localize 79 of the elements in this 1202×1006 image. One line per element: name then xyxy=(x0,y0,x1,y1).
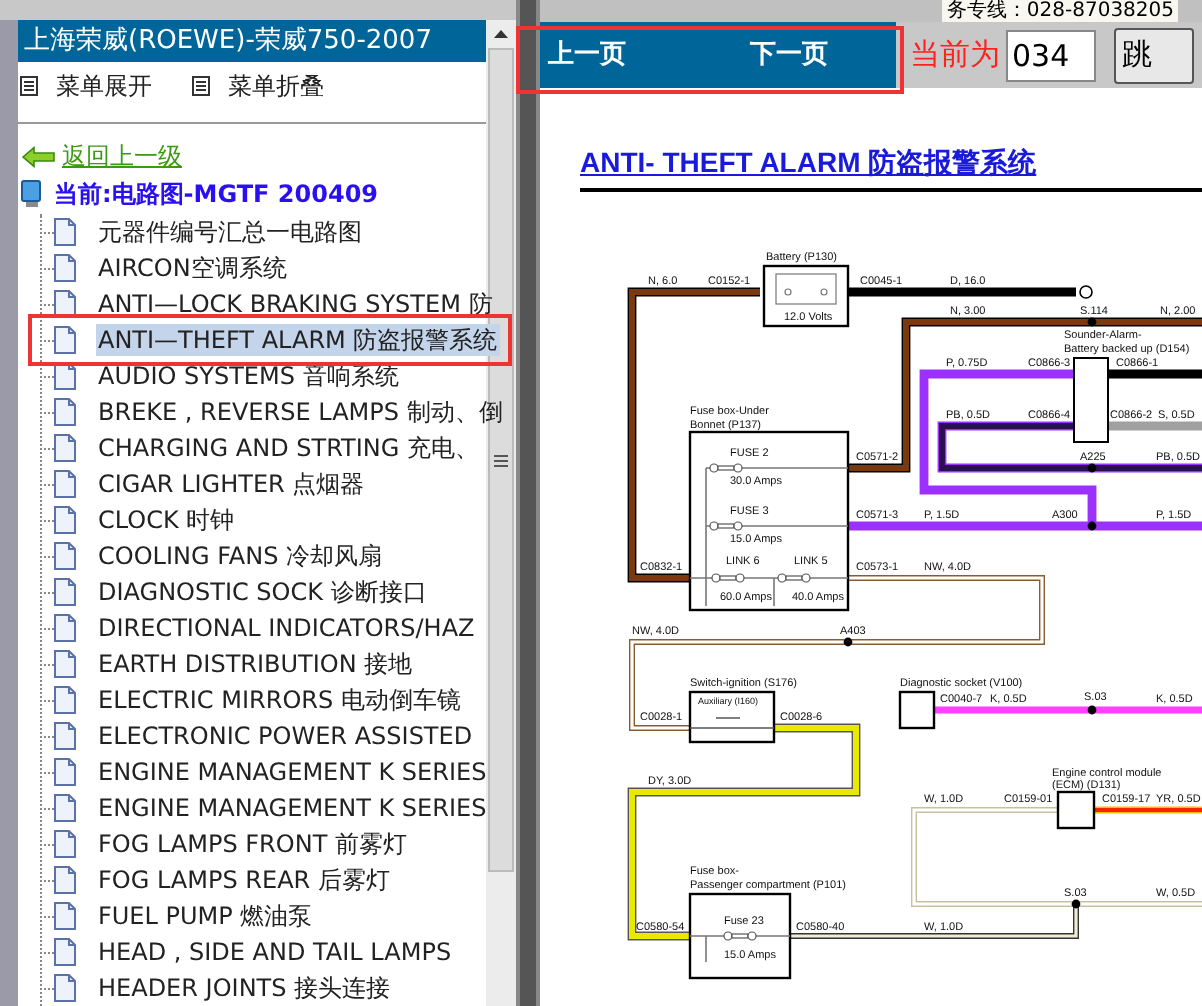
component-box xyxy=(1056,790,1096,830)
document-icon xyxy=(54,758,76,786)
document-icon xyxy=(54,254,76,282)
fuse-circuit-drawing xyxy=(689,935,791,963)
grip-icon xyxy=(494,453,508,467)
document-icon xyxy=(54,434,76,462)
component-box xyxy=(1073,357,1109,443)
document-icon xyxy=(54,938,76,966)
document-icon xyxy=(54,686,76,714)
document-icon xyxy=(54,470,76,498)
tree-item[interactable]: ENGINE MANAGEMENT K SERIES xyxy=(96,792,489,824)
document-icon xyxy=(54,218,76,246)
tree-item[interactable]: AIRCON空调系统 xyxy=(96,252,289,284)
junction-dot xyxy=(1087,705,1097,715)
document-icon xyxy=(54,650,76,678)
component-box xyxy=(688,690,776,744)
sidebar-title: 上海荣威(ROEWE)-荣威750-2007 xyxy=(18,20,486,62)
hotline-text: 务专线：028-87038205 xyxy=(942,0,1178,22)
tree-item[interactable]: FOG LAMPS REAR 后雾灯 xyxy=(96,864,392,896)
current-page-label: 当前为 xyxy=(910,34,1000,77)
document-icon xyxy=(54,326,76,354)
tree-item[interactable]: CIGAR LIGHTER 点烟器 xyxy=(96,468,367,500)
battery-symbol xyxy=(775,273,837,305)
computer-icon xyxy=(20,180,44,208)
tree-item[interactable]: ANTI—LOCK BRAKING SYSTEM 防 xyxy=(96,288,495,320)
component-box xyxy=(898,690,936,730)
tree-item[interactable]: 元器件编号汇总一电路图 xyxy=(96,216,364,248)
document-title: ANTI- THEFT ALARM 防盗报警系统 xyxy=(580,146,1037,178)
document-icon xyxy=(54,722,76,750)
tree-item[interactable]: CHARGING AND STRTING 充电、 xyxy=(96,432,481,464)
document-icon xyxy=(54,866,76,894)
junction-dot xyxy=(843,637,853,647)
document-icon xyxy=(54,974,76,1002)
junction-dot xyxy=(1071,899,1081,909)
current-path: 当前:电路图-MGTF 200409 xyxy=(54,178,379,212)
document-icon xyxy=(54,902,76,930)
prev-page-link[interactable]: 上一页 xyxy=(548,35,626,75)
tree-item[interactable]: CLOCK 时钟 xyxy=(96,504,237,536)
fuse-symbol xyxy=(709,521,743,531)
go-button[interactable]: 跳 xyxy=(1114,27,1194,83)
document-icon xyxy=(54,542,76,570)
menu-toggle-button[interactable]: 菜单折叠 xyxy=(192,68,324,105)
tree-item[interactable]: ANTI—THEFT ALARM 防盗报警系统 xyxy=(96,324,500,356)
fuse-symbol xyxy=(709,463,743,473)
tree-item[interactable]: HEAD , SIDE AND TAIL LAMPS xyxy=(96,936,454,968)
menu-toggle-button[interactable]: 菜单展开 xyxy=(20,68,152,105)
tree-item[interactable]: ELECTRONIC POWER ASSISTED xyxy=(96,720,475,752)
tree-item[interactable]: FOG LAMPS FRONT 前雾灯 xyxy=(96,828,409,860)
tree-item[interactable]: DIRECTIONAL INDICATORS/HAZ xyxy=(96,612,477,644)
document-icon xyxy=(54,578,76,606)
document-icon xyxy=(54,794,76,822)
ground-icon xyxy=(1079,285,1093,299)
tree-item[interactable]: EARTH DISTRIBUTION 接地 xyxy=(96,648,415,680)
switch-symbol xyxy=(689,717,775,729)
tree-item[interactable]: DIAGNOSTIC SOCK 诊断接口 xyxy=(96,576,429,608)
tree-item[interactable]: ELECTRIC MIRRORS 电动倒车镜 xyxy=(96,684,463,716)
tree-item[interactable]: HEADER JOINTS 接头连接 xyxy=(96,972,393,1004)
back-arrow-icon xyxy=(22,145,56,167)
junction-dot xyxy=(1087,521,1097,531)
battery-box xyxy=(762,264,850,328)
next-page-link[interactable]: 下一页 xyxy=(750,35,828,75)
junction-dot xyxy=(1087,463,1097,473)
tree-item[interactable]: FUEL PUMP 燃油泵 xyxy=(96,900,315,932)
document-icon xyxy=(54,614,76,642)
document-icon xyxy=(54,290,76,318)
document-icon xyxy=(54,830,76,858)
fuse-symbol xyxy=(711,573,745,583)
junction-dot xyxy=(1087,317,1097,327)
fuse-symbol xyxy=(777,573,811,583)
tree-item[interactable]: ENGINE MANAGEMENT K SERIES xyxy=(96,756,489,788)
page-input[interactable]: 034 xyxy=(1006,29,1096,81)
tree-item[interactable]: COOLING FANS 冷却风扇 xyxy=(96,540,385,572)
document-icon xyxy=(54,398,76,426)
back-link[interactable]: 返回上一级 xyxy=(62,138,182,174)
fuse-symbol xyxy=(723,931,757,941)
component-box xyxy=(688,892,792,980)
document-icon xyxy=(54,506,76,534)
menu-icon xyxy=(192,76,210,97)
tree-item[interactable]: BREKE , REVERSE LAMPS 制动、倒 xyxy=(96,396,505,428)
